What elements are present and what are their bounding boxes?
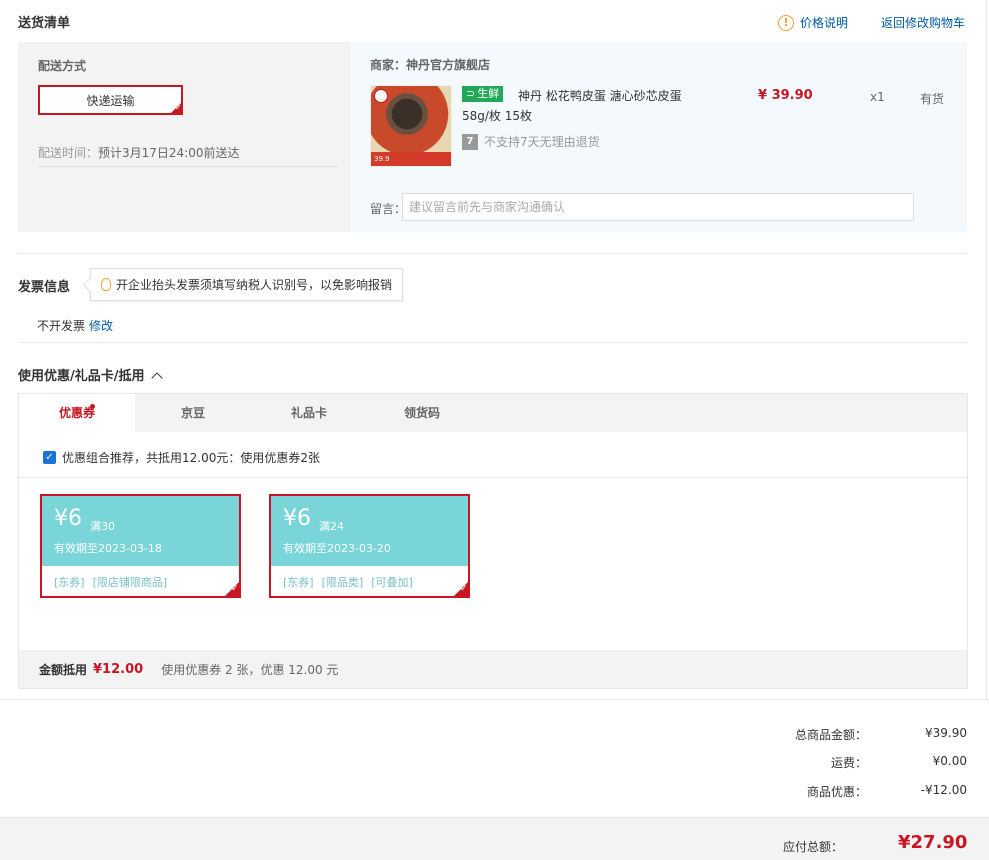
no-return-icon: 7: [462, 133, 478, 150]
coupon-validity: 有效期至2023-03-20: [283, 542, 391, 555]
invoice-edit-link[interactable]: 修改: [89, 317, 113, 334]
invoice-status-text: 不开发票: [37, 319, 86, 333]
summary-discount-row: 商品优惠： -¥12.00: [747, 783, 967, 800]
combo-text: 优惠组合推荐，共抵用12.00元：使用优惠券2张: [62, 451, 320, 465]
summary-label: 运费：: [830, 756, 867, 770]
tab-redeem-code[interactable]: 领货码: [367, 394, 477, 432]
coupon-amount: ¥6: [283, 506, 311, 531]
chevron-up-icon: [150, 372, 163, 384]
payable-footer: 应付总额： ¥27.90: [0, 817, 989, 860]
coupon-panel: 优惠券 京豆 礼品卡 领货码 ✓ 优惠组合推荐，共抵用12.00元：使用优惠券2…: [18, 393, 968, 689]
product-image[interactable]: 39.9: [370, 85, 452, 167]
product-name-link[interactable]: 神丹 松花鸭皮蛋 溏心砂芯皮蛋: [518, 87, 682, 104]
checkout-page: 送货清单 ! 价格说明 返回修改购物车 配送方式 快递运输 配送时间：预计3月1…: [0, 0, 989, 860]
combo-recommend: ✓ 优惠组合推荐，共抵用12.00元：使用优惠券2张: [43, 449, 320, 466]
merchant-name: 神丹官方旗舰店: [406, 58, 491, 72]
summary-freight-row: 运费： ¥0.00: [747, 754, 967, 771]
tab-gift-card[interactable]: 礼品卡: [251, 394, 367, 432]
coupon-card[interactable]: ¥6 满24 有效期至2023-03-20 [东券] [限品类] [可叠加]: [269, 494, 470, 598]
deduction-summary: 金额抵用 ¥12.00 使用优惠券 2 张，优惠 12.00 元: [19, 650, 967, 688]
merchant-label: 商家：: [370, 58, 407, 72]
image-price-tag: 39.9: [371, 152, 451, 166]
payable-label: 应付总额：: [783, 840, 844, 854]
divider: [18, 342, 967, 343]
discount-tabs: 优惠券 京豆 礼品卡 领货码: [19, 394, 967, 432]
price-note-label: 价格说明: [800, 16, 849, 30]
coupon-header: ¥6 满24 有效期至2023-03-20: [271, 496, 468, 566]
new-dot-badge: [90, 404, 95, 409]
tab-label: 京豆: [180, 406, 205, 420]
delivery-time-value: 预计3月17日24:00前送达: [98, 146, 240, 160]
fish-icon: ⊃: [466, 87, 476, 100]
no-return-notice: 7 不支持7天无理由退货: [462, 133, 600, 150]
payable-value: ¥27.90: [898, 832, 968, 853]
deduction-label: 金额抵用: [39, 662, 88, 677]
lightbulb-icon: [101, 278, 111, 291]
merchant: 商家：神丹官方旗舰店: [370, 56, 490, 73]
no-return-label: 不支持7天无理由退货: [484, 135, 600, 149]
coupon-tag: [东券]: [283, 576, 314, 589]
stock-status: 有货: [920, 92, 945, 106]
summary-label: 商品优惠：: [806, 785, 867, 799]
invoice-title: 发票信息: [18, 280, 71, 295]
selected-check-icon: [223, 580, 241, 598]
summary-value: -¥12.00: [920, 783, 967, 797]
product-quantity: x1: [870, 90, 885, 104]
divider: [0, 699, 989, 700]
tab-label: 领货码: [403, 406, 440, 420]
coupon-tag: [限店铺限商品]: [92, 576, 168, 589]
back-to-cart-link[interactable]: 返回修改购物车: [881, 14, 965, 31]
invoice-tip: 开企业抬头发票须填写纳税人识别号，以免影响报销: [82, 268, 404, 301]
page-border: [986, 0, 987, 700]
delivery-time: 配送时间：预计3月17日24:00前送达: [38, 144, 240, 161]
divider: [18, 253, 967, 254]
summary-label: 总商品金额：: [794, 728, 867, 742]
tab-jingdou[interactable]: 京豆: [135, 394, 251, 432]
invoice-tip-text: 开企业抬头发票须填写纳税人识别号，以免影响报销: [116, 278, 393, 292]
price-note-link[interactable]: ! 价格说明: [778, 14, 848, 31]
product-spec: 58g/枚 15枚: [462, 109, 533, 123]
merchant-goods-panel: 商家：神丹官方旗舰店 39.9 ⊃ 生鲜 神丹 松花鸭皮蛋 溏心砂芯皮蛋 58g…: [350, 42, 967, 232]
discount-section-toggle[interactable]: 使用优惠/礼品卡/抵用: [18, 365, 163, 384]
delivery-method-label: 配送方式: [38, 59, 87, 73]
message-label: 留言：: [370, 202, 407, 216]
delivery-time-label: 配送时间：: [38, 146, 99, 160]
selected-check-icon: [452, 580, 470, 598]
coupon-condition: 满24: [319, 520, 344, 533]
message-input[interactable]: [402, 193, 914, 221]
fresh-badge: ⊃ 生鲜: [462, 86, 504, 102]
brand-logo-icon: [374, 89, 388, 103]
divider: [19, 477, 967, 478]
coupon-tags: [东券] [限店铺限商品]: [54, 574, 167, 590]
summary-total-row: 总商品金额： ¥39.90: [747, 726, 967, 743]
selected-check-icon: [169, 101, 183, 115]
delivery-method-panel: 配送方式 快递运输 配送时间：预计3月17日24:00前送达: [18, 42, 350, 232]
summary-value: ¥39.90: [925, 726, 967, 740]
tab-coupons[interactable]: 优惠券: [19, 394, 135, 432]
express-shipping-option[interactable]: 快递运输: [38, 85, 183, 115]
tab-label: 礼品卡: [290, 406, 327, 420]
coupon-header: ¥6 满30 有效期至2023-03-18: [42, 496, 239, 566]
divider: [38, 166, 338, 167]
warning-icon: !: [778, 14, 794, 31]
deduction-note: 使用优惠券 2 张，优惠 12.00 元: [161, 662, 339, 677]
coupon-condition: 满30: [90, 520, 115, 533]
deduction-amount: ¥12.00: [93, 661, 144, 677]
coupon-tag: [东券]: [54, 576, 85, 589]
coupon-tags: [东券] [限品类] [可叠加]: [283, 574, 413, 590]
coupon-validity: 有效期至2023-03-18: [54, 542, 162, 555]
invoice-status: 不开发票 修改: [37, 317, 113, 334]
discount-title: 使用优惠/礼品卡/抵用: [18, 369, 145, 384]
tip-arrow: [82, 277, 98, 293]
coupon-amount: ¥6: [54, 506, 82, 531]
express-shipping-label: 快递运输: [86, 93, 135, 108]
coupon-tag: [可叠加]: [371, 576, 413, 589]
product-price: ¥ 39.90: [758, 88, 813, 103]
delivery-title: 送货清单: [18, 16, 71, 31]
combo-checkbox[interactable]: ✓: [43, 451, 56, 464]
fresh-badge-label: 生鲜: [477, 87, 500, 100]
coupon-card[interactable]: ¥6 满30 有效期至2023-03-18 [东券] [限店铺限商品]: [40, 494, 241, 598]
coupon-tag: [限品类]: [321, 576, 364, 589]
summary-value: ¥0.00: [932, 754, 967, 768]
